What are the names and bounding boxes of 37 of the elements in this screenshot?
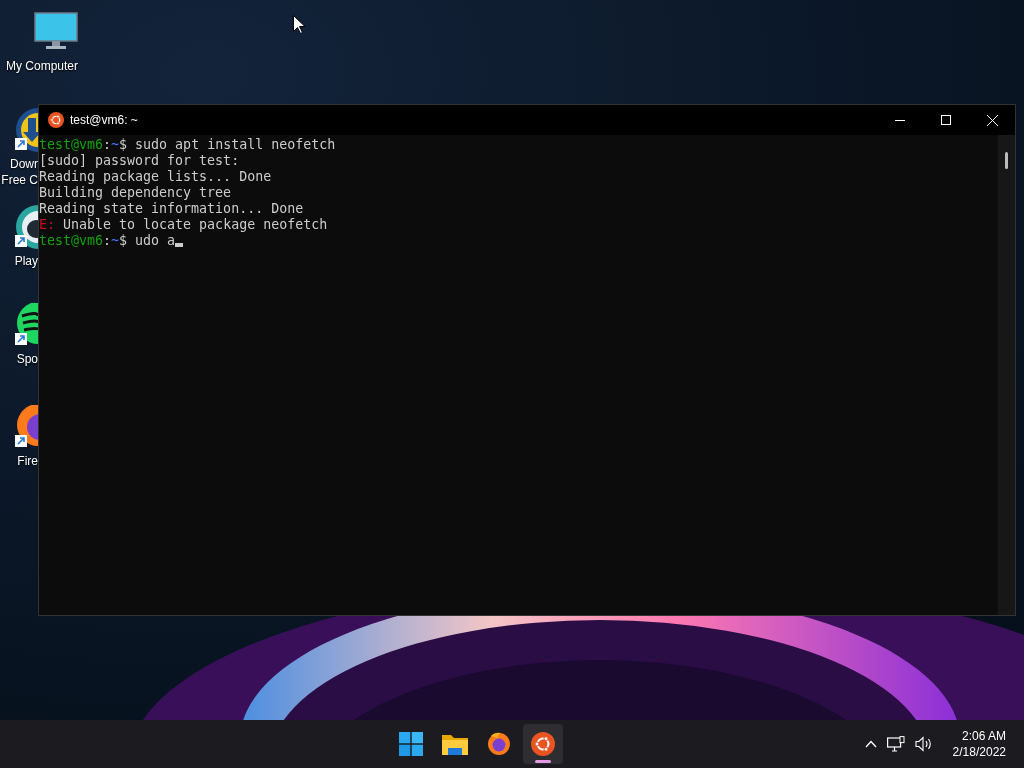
command-text: $ udo a xyxy=(119,233,176,249)
monitor-icon xyxy=(34,12,78,50)
ubuntu-logo-icon xyxy=(48,112,64,128)
browser-icon xyxy=(487,732,512,756)
volume-icon[interactable] xyxy=(914,736,933,752)
windows-logo-icon xyxy=(399,732,424,756)
chevron-up-icon[interactable] xyxy=(864,740,877,748)
folder-icon xyxy=(442,733,469,755)
icon-label: Free C xyxy=(1,172,38,188)
clock-date: 2/18/2022 xyxy=(952,744,1006,760)
icon-label: Play xyxy=(14,253,38,269)
prompt-separator: : xyxy=(103,233,112,249)
prompt-user: test@vm6 xyxy=(39,233,104,249)
icon-label: My Computer xyxy=(5,58,78,74)
clock-time: 2:06 AM xyxy=(961,728,1006,744)
ubuntu-logo-icon xyxy=(531,732,556,756)
icon-label: Fire xyxy=(17,453,38,469)
scrollbar-thumb[interactable] xyxy=(1005,152,1008,169)
mouse-pointer-icon xyxy=(293,15,305,34)
output-line: Reading state information... Done xyxy=(39,201,304,217)
command-text: $ sudo apt install neofetch xyxy=(119,137,336,153)
prompt-path: ~ xyxy=(111,137,120,153)
output-line: Reading package lists... Done xyxy=(39,169,272,185)
maximize-icon xyxy=(941,115,951,125)
taskbar-app[interactable] xyxy=(523,724,564,764)
prompt-path: ~ xyxy=(111,233,120,249)
icon-label: Spo xyxy=(16,351,38,367)
network-icon[interactable] xyxy=(886,736,905,752)
window-title: test@vm6: ~ xyxy=(70,112,138,129)
error-tag: E: xyxy=(39,217,55,233)
close-icon xyxy=(986,114,998,126)
output-line: Building dependency tree xyxy=(39,185,232,201)
output-line: Unable to locate package neofetch xyxy=(62,217,328,233)
prompt-user: test@vm6 xyxy=(39,137,104,153)
icon-label: Dowr xyxy=(10,156,38,172)
output-line: [sudo] password for test: xyxy=(39,153,240,169)
prompt-separator: : xyxy=(103,137,112,153)
